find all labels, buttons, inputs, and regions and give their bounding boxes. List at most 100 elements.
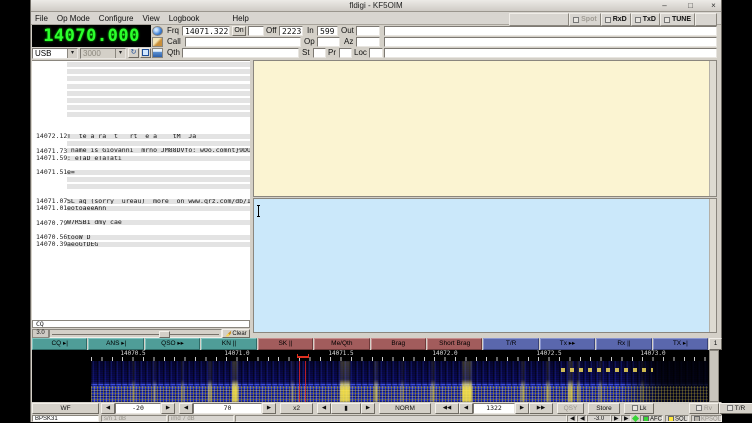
browser-row[interactable]	[32, 277, 250, 284]
range-value[interactable]: 70	[193, 403, 262, 414]
squelch-level-value[interactable]: -3.0	[587, 415, 611, 423]
cq-search-field[interactable]: CQ	[32, 320, 250, 328]
window-icon[interactable]	[140, 48, 151, 58]
maximize-button[interactable]: □	[686, 1, 695, 10]
slider-thumb[interactable]	[159, 331, 170, 338]
macro-button[interactable]: TX ▸|	[653, 338, 708, 350]
scroll-left-button[interactable]: ◀	[317, 403, 331, 414]
az-field[interactable]	[356, 37, 380, 47]
ref-level-up-button[interactable]: ▶	[161, 403, 175, 414]
browser-row[interactable]	[32, 305, 250, 312]
globe-icon[interactable]	[152, 26, 163, 36]
ref-level-down-button[interactable]: ◀	[101, 403, 115, 414]
browser-row[interactable]: 14070.79 W7RSB1 dmy cae	[32, 219, 250, 226]
squelch-slider[interactable]	[49, 329, 222, 338]
minimize-button[interactable]: –	[660, 1, 669, 10]
out-field[interactable]	[356, 26, 380, 36]
menu-item[interactable]: Op Mode	[57, 14, 90, 23]
browser-row[interactable]	[32, 61, 250, 68]
in-field[interactable]: 599	[317, 26, 338, 36]
ref-level-value[interactable]: -20	[115, 403, 161, 414]
refresh-icon[interactable]: ↻	[128, 48, 139, 58]
menu-item[interactable]: File	[35, 14, 48, 23]
on-button[interactable]: On	[232, 26, 246, 36]
browser-row[interactable]: 14072.12 T te a ra t rt e a tM Ja	[32, 133, 250, 140]
browser-row[interactable]: 14071.59 : eTaD eTaTati	[32, 154, 250, 161]
coarse-down-button[interactable]: ◀◀	[435, 403, 459, 414]
browser-row[interactable]	[32, 291, 250, 298]
browser-row[interactable]	[32, 248, 250, 255]
browser-row[interactable]: 14071.51 e=	[32, 169, 250, 176]
range-down-button[interactable]: ◀	[179, 403, 193, 414]
macro-button[interactable]: Me/Qth	[314, 338, 369, 350]
notes-field-2[interactable]	[384, 37, 717, 47]
loc-field[interactable]	[369, 48, 383, 58]
squelch-down-button[interactable]: ◀	[577, 415, 587, 423]
browser-row[interactable]	[32, 313, 250, 320]
title-bar[interactable]: fldigi - KF5OIM – □ ×	[31, 0, 721, 12]
browser-row[interactable]	[32, 262, 250, 269]
sql-toggle[interactable]: SQL	[665, 415, 689, 423]
qsy-button[interactable]: QSY	[557, 403, 584, 414]
chevron-down-icon[interactable]: ▾	[67, 49, 77, 58]
clear-button[interactable]: Clear	[222, 329, 250, 338]
squelch-up-fast-button[interactable]: ▶	[621, 415, 631, 423]
bandwidth-select[interactable]: 3000▾	[80, 48, 126, 59]
on-field[interactable]	[248, 26, 264, 36]
frequency-display[interactable]: 14070.000	[32, 25, 151, 47]
macro-button[interactable]: Brag	[371, 338, 426, 350]
chevron-down-icon[interactable]: ▾	[115, 49, 125, 58]
reverse-toggle[interactable]: Rv	[689, 403, 719, 414]
zoom-button[interactable]: x2	[280, 403, 313, 414]
macro-page-button[interactable]: 1	[709, 338, 722, 350]
macro-button[interactable]: QSO ▸▸	[145, 338, 200, 350]
squelch-up-button[interactable]: ▶	[611, 415, 621, 423]
off-field[interactable]: 2223	[279, 26, 303, 36]
store-button[interactable]: Store	[588, 403, 620, 414]
browser-row[interactable]	[32, 111, 250, 118]
mode-select[interactable]: USB▾	[32, 48, 78, 59]
hold-button[interactable]: ▮	[331, 403, 361, 414]
browser-row[interactable]: 14070.39 aeoGfDEG	[32, 241, 250, 248]
pencil-icon[interactable]	[152, 37, 163, 47]
qth-field[interactable]	[182, 48, 299, 58]
tr-toggle[interactable]: T/R	[719, 403, 752, 414]
browser-row[interactable]	[32, 119, 250, 126]
browser-row[interactable]	[32, 176, 250, 183]
pr-field[interactable]	[339, 48, 352, 58]
mode-status[interactable]: BPSK31	[32, 415, 99, 423]
fine-up-button[interactable]: ▶	[515, 403, 529, 414]
menu-item[interactable]: Configure	[99, 14, 134, 23]
bandwidth-marker[interactable]	[297, 354, 309, 358]
macro-button[interactable]: ANS ▸|	[88, 338, 143, 350]
macro-button[interactable]: Short Brag	[427, 338, 482, 350]
notes-field-3[interactable]	[384, 48, 717, 58]
scroll-right-button[interactable]: ▶	[361, 403, 375, 414]
browser-row[interactable]	[32, 269, 250, 276]
fine-down-button[interactable]: ◀	[459, 403, 473, 414]
norm-button[interactable]: NORM	[379, 403, 431, 414]
tx-scrollbar[interactable]	[709, 199, 716, 332]
browser-row[interactable]: 14071.01 eotoaeeAnn	[32, 205, 250, 212]
browser-row[interactable]	[32, 83, 250, 90]
range-up-button[interactable]: ▶	[262, 403, 276, 414]
macro-button[interactable]: SK ||	[258, 338, 313, 350]
browser-row[interactable]	[32, 255, 250, 262]
macro-button[interactable]: CQ ▸|	[32, 338, 87, 350]
wf-mode-button[interactable]: WF	[32, 403, 99, 414]
browser-row[interactable]	[32, 90, 250, 97]
squelch-down-fast-button[interactable]: ◀	[567, 415, 577, 423]
browser-row[interactable]	[32, 75, 250, 82]
waterfall-display[interactable]	[32, 361, 708, 402]
browser-row[interactable]	[32, 298, 250, 305]
call-field[interactable]	[185, 37, 301, 47]
lock-toggle[interactable]: Lk	[624, 403, 654, 414]
browser-row[interactable]	[32, 97, 250, 104]
menu-item[interactable]: Help	[232, 14, 248, 23]
macro-button[interactable]: KN ||	[201, 338, 256, 350]
op-field[interactable]	[317, 37, 340, 47]
close-button[interactable]: ×	[709, 1, 718, 10]
browser-row[interactable]	[32, 183, 250, 190]
browser-row[interactable]	[32, 104, 250, 111]
afc-toggle[interactable]: AFC	[640, 415, 663, 423]
